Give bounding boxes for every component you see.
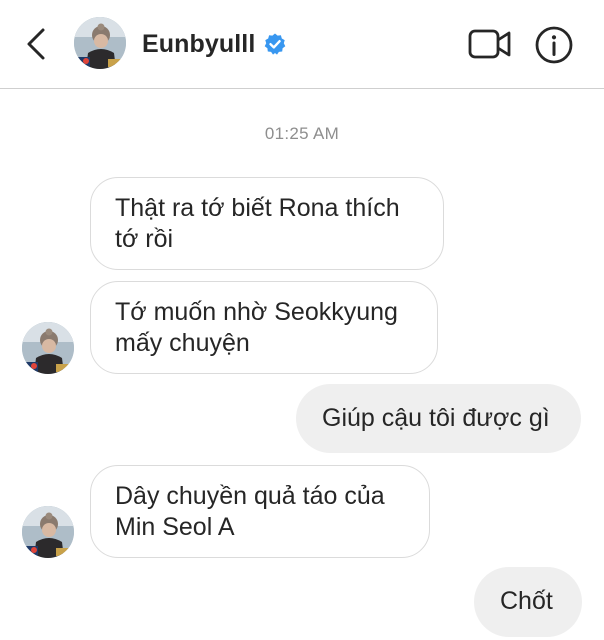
video-camera-icon <box>468 29 511 59</box>
outgoing-message[interactable]: Chốt <box>474 567 582 637</box>
incoming-message[interactable]: Dây chuyền quả táo của Min Seol A <box>90 465 430 558</box>
info-icon <box>535 26 573 64</box>
sender-avatar[interactable] <box>22 322 74 374</box>
outgoing-message[interactable]: Giúp cậu tôi được gì <box>296 384 581 453</box>
incoming-message[interactable]: Thật ra tớ biết Rona thích tớ rồi <box>90 177 444 270</box>
verified-badge-icon <box>265 33 286 55</box>
username: Eunbyulll <box>142 29 256 58</box>
info-button[interactable] <box>532 23 576 67</box>
username-area[interactable]: Eunbyulll <box>142 26 287 62</box>
chat-header: Eunbyulll <box>0 0 604 89</box>
avatar[interactable] <box>74 17 126 69</box>
incoming-message[interactable]: Tớ muốn nhờ Seokkyung mấy chuyện <box>90 281 438 374</box>
sender-avatar[interactable] <box>22 506 74 558</box>
message-timestamp: 01:25 AM <box>264 124 340 143</box>
chevron-left-icon <box>27 28 45 60</box>
video-call-button[interactable] <box>466 24 514 64</box>
back-button[interactable] <box>18 24 54 64</box>
